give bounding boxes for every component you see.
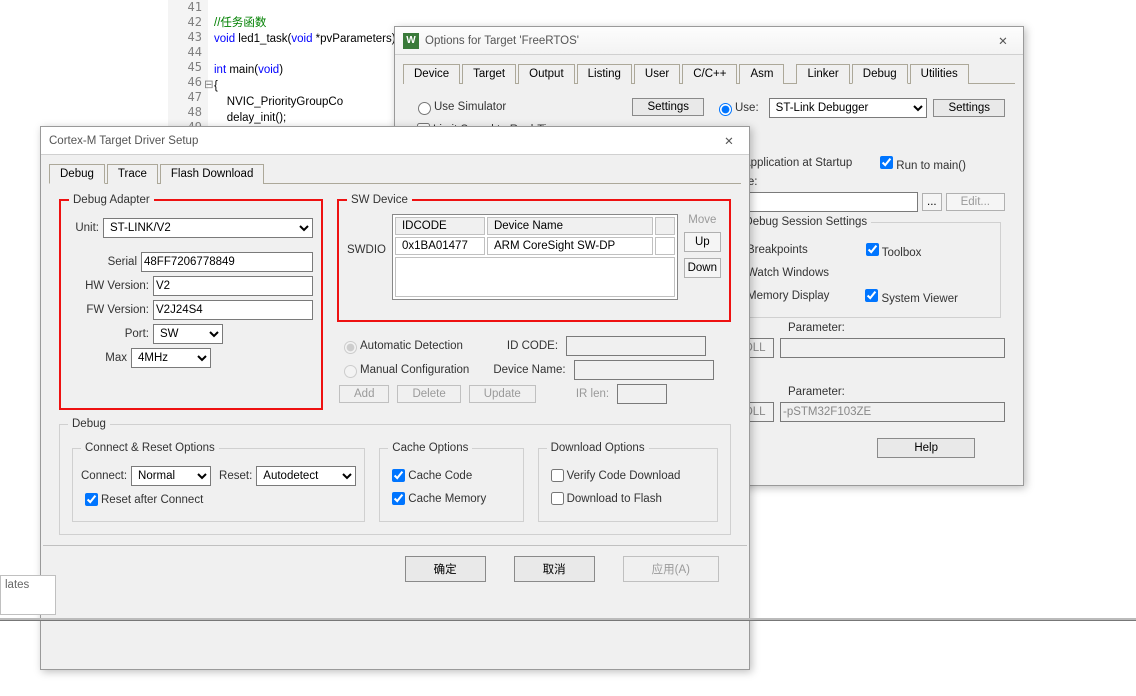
options-tabs: Device Target Output Listing User C/C++ … xyxy=(403,63,1015,84)
hw-version-input xyxy=(153,276,313,296)
table-row: 0x1BA01477ARM CoreSight SW-DP xyxy=(395,237,675,255)
close-icon[interactable]: ✕ xyxy=(709,134,749,148)
tab-flash-download[interactable]: Flash Download xyxy=(160,164,264,184)
tab-listing[interactable]: Listing xyxy=(577,64,632,84)
param2-input xyxy=(780,402,1005,422)
tab-utilities[interactable]: Utilities xyxy=(910,64,969,84)
init-file-browse-button[interactable]: ... xyxy=(922,193,942,211)
toolbox-checkbox[interactable] xyxy=(866,243,879,256)
connect-reset-group: Connect & Reset Options Connect: Normal … xyxy=(72,442,365,522)
cache-memory-checkbox[interactable] xyxy=(392,492,405,505)
irlen-input xyxy=(617,384,667,404)
swdio-label: SWDIO xyxy=(347,244,386,256)
app-icon: W xyxy=(403,33,419,49)
options-title: Options for Target 'FreeRTOS' xyxy=(425,35,579,47)
help-button[interactable]: Help xyxy=(877,438,975,458)
run-main-checkbox[interactable] xyxy=(880,156,893,169)
tab-asm[interactable]: Asm xyxy=(739,64,784,84)
ok-button[interactable]: 确定 xyxy=(405,556,486,582)
idcode-input xyxy=(566,336,706,356)
delete-button: Delete xyxy=(397,385,460,403)
driver-setup-dialog: Cortex-M Target Driver Setup ✕ Debug Tra… xyxy=(40,126,750,670)
tab-user[interactable]: User xyxy=(634,64,680,84)
debugger-settings-button[interactable]: Settings xyxy=(933,99,1005,117)
max-clock-select[interactable]: 4MHz xyxy=(131,348,211,368)
unit-select[interactable]: ST-LINK/V2 xyxy=(103,218,313,238)
divider xyxy=(0,618,1136,620)
sw-device-group: SW Device SWDIO IDCODEDevice Name 0x1BA0… xyxy=(337,194,731,322)
use-label: Use: xyxy=(735,102,759,114)
move-label: Move xyxy=(684,214,721,226)
driver-titlebar: Cortex-M Target Driver Setup ✕ xyxy=(41,127,749,155)
download-options-group: Download Options Verify Code Download Do… xyxy=(538,442,718,522)
use-simulator-radio[interactable] xyxy=(418,102,431,115)
use-debugger-radio[interactable] xyxy=(719,103,732,116)
tab-trace[interactable]: Trace xyxy=(107,164,158,184)
run-main-label: Run to main() xyxy=(896,160,966,172)
debugger-select[interactable]: ST-Link Debugger xyxy=(769,98,928,118)
driver-tabs: Debug Trace Flash Download xyxy=(49,163,741,184)
close-icon[interactable]: ✕ xyxy=(983,34,1023,48)
param1-input xyxy=(780,338,1005,358)
verify-code-checkbox[interactable] xyxy=(551,469,564,482)
sw-device-table[interactable]: IDCODEDevice Name 0x1BA01477ARM CoreSigh… xyxy=(392,214,678,300)
fw-version-input xyxy=(153,300,313,320)
port-select[interactable]: SW xyxy=(153,324,223,344)
auto-detect-radio xyxy=(344,341,357,354)
tab-debug[interactable]: Debug xyxy=(852,64,908,84)
tab-target[interactable]: Target xyxy=(462,64,516,84)
apply-button[interactable]: 应用(A) xyxy=(623,556,719,582)
use-simulator-label: Use Simulator xyxy=(434,101,506,113)
sim-settings-button[interactable]: Settings xyxy=(632,98,704,116)
tab-cpp[interactable]: C/C++ xyxy=(682,64,737,84)
tab-output[interactable]: Output xyxy=(518,64,575,84)
download-flash-checkbox[interactable] xyxy=(551,492,564,505)
restore-debug-group: re Debug Session Settings Breakpoints To… xyxy=(718,216,1001,318)
debug-adapter-group: Debug Adapter Unit: ST-LINK/V2 Serial HW… xyxy=(59,194,323,410)
debug-group: Debug Connect & Reset Options Connect: N… xyxy=(59,418,731,535)
reset-after-checkbox[interactable] xyxy=(85,493,98,506)
tab-device[interactable]: Device xyxy=(403,64,460,84)
cancel-button[interactable]: 取消 xyxy=(514,556,595,582)
tab-linker[interactable]: Linker xyxy=(796,64,849,84)
driver-title: Cortex-M Target Driver Setup xyxy=(49,135,198,147)
sysviewer-checkbox[interactable] xyxy=(865,289,878,302)
down-button[interactable]: Down xyxy=(684,258,721,278)
load-app-label: d Application at Startup xyxy=(734,157,852,169)
lates-label: lates xyxy=(0,575,56,615)
update-button: Update xyxy=(469,385,536,403)
connect-select[interactable]: Normal xyxy=(131,466,211,486)
cache-code-checkbox[interactable] xyxy=(392,469,405,482)
reset-select[interactable]: Autodetect xyxy=(256,466,356,486)
add-button: Add xyxy=(339,385,389,403)
serial-input[interactable] xyxy=(141,252,313,272)
devname-input xyxy=(574,360,714,380)
up-button[interactable]: Up xyxy=(684,232,721,252)
options-titlebar: W Options for Target 'FreeRTOS' ✕ xyxy=(395,27,1023,55)
tab-debug[interactable]: Debug xyxy=(49,164,105,184)
manual-config-radio xyxy=(344,365,357,378)
cache-options-group: Cache Options Cache Code Cache Memory xyxy=(379,442,523,522)
init-file-edit-button[interactable]: Edit... xyxy=(946,193,1005,211)
